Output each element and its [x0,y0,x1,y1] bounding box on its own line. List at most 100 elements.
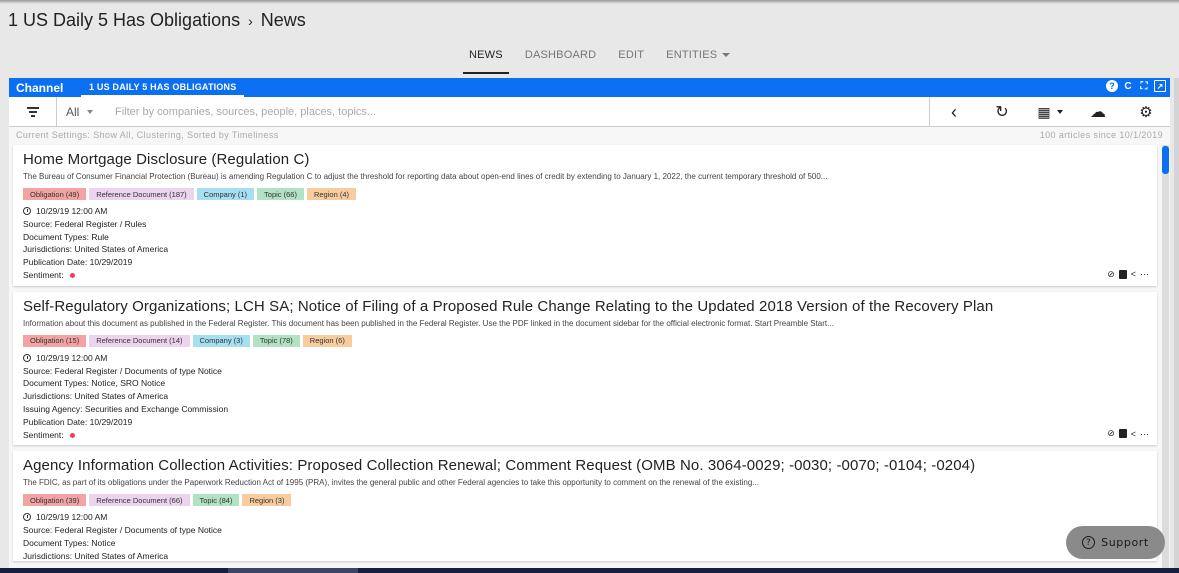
article-datetime: 10/29/19 12:00 AM [36,352,108,363]
tab-entities[interactable]: ENTITIES [655,44,741,74]
hide-icon[interactable]: ⊘ [1107,428,1115,439]
meta-key: Jurisdictions: [23,244,73,255]
open-external-icon[interactable]: ↗ [1154,80,1166,92]
meta-key: Jurisdictions: [23,391,73,402]
badge-company[interactable]: Company (3) [192,334,250,347]
badge-topic[interactable]: Topic (84) [192,494,240,507]
current-settings-text: Current Settings: Show All, Clustering, … [16,130,279,140]
top-shadow [0,0,1179,4]
card-actions: ⊘ < ··· [1107,428,1149,439]
sentiment-label: Sentiment: [23,269,64,280]
badge-obligation[interactable]: Obligation (15) [23,334,87,347]
filter-bar: All ‹ ↻ ▦ ☁ ⚙ [9,96,1170,127]
calendar-button[interactable]: ▦ [1026,97,1074,127]
tab-entities-label: ENTITIES [666,49,718,61]
article-datetime: 10/29/19 12:00 AM [36,206,108,216]
card-actions: ⊘ < ··· [1107,269,1149,280]
meta-value: United States of America [74,550,169,561]
meta-key: Source: [23,365,53,376]
meta-value: Notice, SRO Notice [91,378,166,389]
calendar-icon: ▦ [1037,103,1051,120]
tab-news[interactable]: NEWS [458,44,514,74]
badge-reference-document[interactable]: Reference Document (14) [89,334,190,347]
article-snippet: Information about this document as publi… [23,318,834,328]
refresh-icon[interactable]: C [1122,80,1134,92]
scrollbar-thumb[interactable] [1162,146,1169,174]
meta-key: Source: [23,525,53,536]
badge-obligation[interactable]: Obligation (49) [23,188,87,200]
article-title[interactable]: Home Mortgage Disclosure (Regulation C) [23,151,1147,168]
meta-value: Notice [91,537,116,548]
article-title[interactable]: Agency Information Collection Activities… [23,457,1147,474]
meta-value: Federal Register / Rules [54,218,147,229]
breadcrumb-current: News [260,10,306,30]
entity-badges: Obligation (49) Reference Document (187)… [23,188,1147,200]
more-icon[interactable]: ··· [1140,429,1149,439]
badge-reference-document[interactable]: Reference Document (187) [89,188,194,200]
meta-key: Publication Date: [23,416,88,427]
hide-icon[interactable]: ⊘ [1107,269,1115,280]
help-circle-icon: ? [1082,536,1096,549]
meta-value: Federal Register / Documents of type Not… [54,525,222,536]
status-row: Current Settings: Show All, Clustering, … [9,127,1170,143]
article-card[interactable]: Home Mortgage Disclosure (Regulation C) … [13,145,1157,286]
meta-key: Jurisdictions: [23,550,73,561]
breadcrumb-parent[interactable]: 1 US Daily 5 Has Obligations [8,10,240,31]
taskbar-item[interactable] [228,568,358,573]
cloud-download-icon: ☁ [1090,104,1106,121]
entity-badges: Obligation (39) Reference Document (66) … [23,494,1147,507]
filter-icon[interactable] [9,96,57,127]
meta-value: Federal Register / Documents of type Not… [54,365,222,376]
download-button[interactable]: ☁ [1074,97,1122,127]
article-snippet: The Bureau of Consumer Financial Protect… [23,172,828,181]
more-icon[interactable]: ··· [1140,269,1149,279]
support-label: Support [1101,536,1149,549]
article-card[interactable]: Agency Information Collection Activities… [13,451,1157,562]
article-title[interactable]: Self-Regulatory Organizations; LCH SA; N… [23,298,1147,315]
tab-edit[interactable]: EDIT [607,44,655,74]
filter-input[interactable] [115,105,915,118]
chevron-down-icon [1056,110,1063,114]
toolbar: ‹ ↻ ▦ ☁ ⚙ [929,97,1170,127]
channel-tab-active[interactable]: 1 US DAILY 5 HAS OBLIGATIONS [81,78,245,97]
window-edge [1174,78,1179,568]
back-button[interactable]: ‹ [930,97,978,127]
settings-button[interactable]: ⚙ [1122,97,1170,127]
save-icon[interactable] [1118,429,1127,439]
share-icon[interactable]: < [1131,269,1136,279]
tab-dashboard[interactable]: DASHBOARD [514,44,607,74]
article-datetime: 10/29/19 12:00 AM [36,512,108,523]
meta-key: Document Types: [23,378,89,389]
save-icon[interactable] [1118,269,1127,279]
channel-header: Channel 1 US DAILY 5 HAS OBLIGATIONS ? C… [9,78,1170,97]
support-button[interactable]: ? Support [1066,526,1165,559]
chevron-down-icon [87,109,94,114]
badge-topic[interactable]: Topic (78) [252,334,300,347]
badge-region[interactable]: Region (3) [242,494,292,507]
badge-reference-document[interactable]: Reference Document (66) [89,494,190,507]
share-icon[interactable]: < [1131,429,1136,439]
breadcrumb: 1 US Daily 5 Has Obligations › News [8,10,306,31]
chevron-left-icon: ‹ [951,101,957,122]
gear-icon: ⚙ [1139,104,1153,121]
fullscreen-icon[interactable]: ⛶ [1138,80,1150,92]
scrollbar[interactable] [1162,145,1169,570]
history-button[interactable]: ↻ [978,97,1026,127]
scope-select[interactable]: All [57,105,115,119]
badge-topic[interactable]: Topic (66) [257,188,304,200]
article-meta: 10/29/19 12:00 AM Source: Federal Regist… [23,352,1147,442]
meta-value: United States of America [74,244,169,255]
badge-company[interactable]: Company (1) [196,188,255,200]
meta-value: United States of America [74,391,169,402]
article-count-text: 100 articles since 10/1/2019 [1039,130,1163,140]
help-icon[interactable]: ? [1106,80,1118,92]
article-meta: 10/29/19 12:00 AM Source: Federal Regist… [23,511,1147,561]
meta-value: 10/29/2019 [89,416,133,427]
badge-region[interactable]: Region (6) [302,334,352,347]
meta-key: Publication Date: [23,257,88,268]
badge-obligation[interactable]: Obligation (39) [23,494,87,507]
article-card[interactable]: Self-Regulatory Organizations; LCH SA; N… [13,291,1157,446]
article-snippet: The FDIC, as part of its obligations und… [23,478,759,488]
badge-region[interactable]: Region (4) [306,188,356,200]
article-list: Home Mortgage Disclosure (Regulation C) … [13,145,1157,567]
